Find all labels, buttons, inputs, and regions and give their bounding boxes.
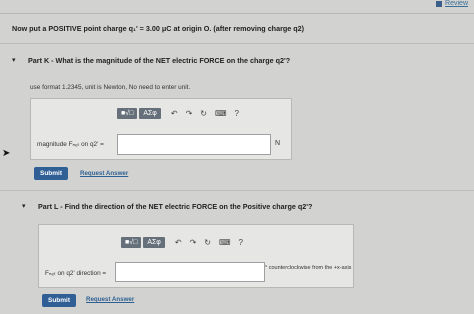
reset-icon[interactable]: ↻ (204, 238, 211, 247)
help-icon[interactable]: ? (235, 109, 239, 118)
part-l-answer-panel: ■√□ AΣφ ↶ ↷ ↻ ⌨ ? Fₙₑₜ on q2' direction … (38, 224, 354, 288)
part-l-toolbar: ■√□ AΣφ ↶ ↷ ↻ ⌨ ? (121, 237, 243, 248)
part-l-submit-button[interactable]: Submit (42, 294, 77, 307)
part-l-unit: ° counterclockwise from the +x-axis (265, 265, 352, 271)
redo-icon[interactable]: ↷ (186, 109, 193, 118)
collapse-caret-icon[interactable]: ▾ (12, 56, 16, 64)
help-icon[interactable]: ? (239, 238, 243, 247)
part-k-submit-button[interactable]: Submit (34, 167, 69, 180)
direction-input[interactable] (115, 262, 265, 282)
reset-icon[interactable]: ↻ (200, 109, 207, 118)
part-k-instruction: use format 1.2345, unit is Newton, No ne… (30, 84, 191, 91)
greek-icon: AΣφ (143, 110, 157, 117)
part-l-request-answer-link[interactable]: Request Answer (86, 296, 134, 303)
templates-icon: ■√□ (125, 239, 138, 246)
part-k-request-answer-link[interactable]: Request Answer (80, 170, 128, 177)
part-k-answer-panel: ■√□ AΣφ ↶ ↷ ↻ ⌨ ? magnitude Fₙₑₜ on q2' … (30, 98, 292, 160)
section-divider (0, 190, 474, 191)
part-l-field-label: Fₙₑₜ on q2' direction = (45, 270, 107, 277)
greek-symbols-button[interactable]: AΣφ (143, 237, 165, 248)
templates-button[interactable]: ■√□ (121, 237, 142, 248)
review-label: Review (445, 0, 468, 7)
redo-icon[interactable]: ↷ (190, 238, 197, 247)
mouse-cursor-icon: ➤ (2, 148, 11, 159)
collapse-caret-icon[interactable]: ▾ (22, 202, 26, 210)
undo-icon[interactable]: ↶ (175, 238, 182, 247)
part-k-field-label: magnitude Fₙₑₜ on q2' = (37, 141, 104, 148)
magnitude-input[interactable] (117, 134, 271, 155)
part-k-unit: N (275, 140, 281, 147)
undo-icon[interactable]: ↶ (171, 109, 178, 118)
review-link[interactable]: Review (436, 0, 468, 7)
review-icon (436, 0, 443, 7)
problem-statement: Now put a POSITIVE point charge q₁' = 3.… (12, 24, 305, 33)
section-divider (0, 43, 474, 44)
templates-icon: ■√□ (121, 110, 134, 117)
keyboard-icon[interactable]: ⌨ (215, 109, 227, 118)
greek-icon: AΣφ (147, 239, 161, 246)
part-l-title: Part L - Find the direction of the NET e… (38, 202, 313, 211)
templates-button[interactable]: ■√□ (117, 108, 138, 119)
top-divider (0, 13, 474, 14)
greek-symbols-button[interactable]: AΣφ (139, 108, 161, 119)
part-k-toolbar: ■√□ AΣφ ↶ ↷ ↻ ⌨ ? (117, 108, 239, 119)
part-k-title: Part K - What is the magnitude of the NE… (28, 56, 291, 65)
keyboard-icon[interactable]: ⌨ (219, 238, 231, 247)
